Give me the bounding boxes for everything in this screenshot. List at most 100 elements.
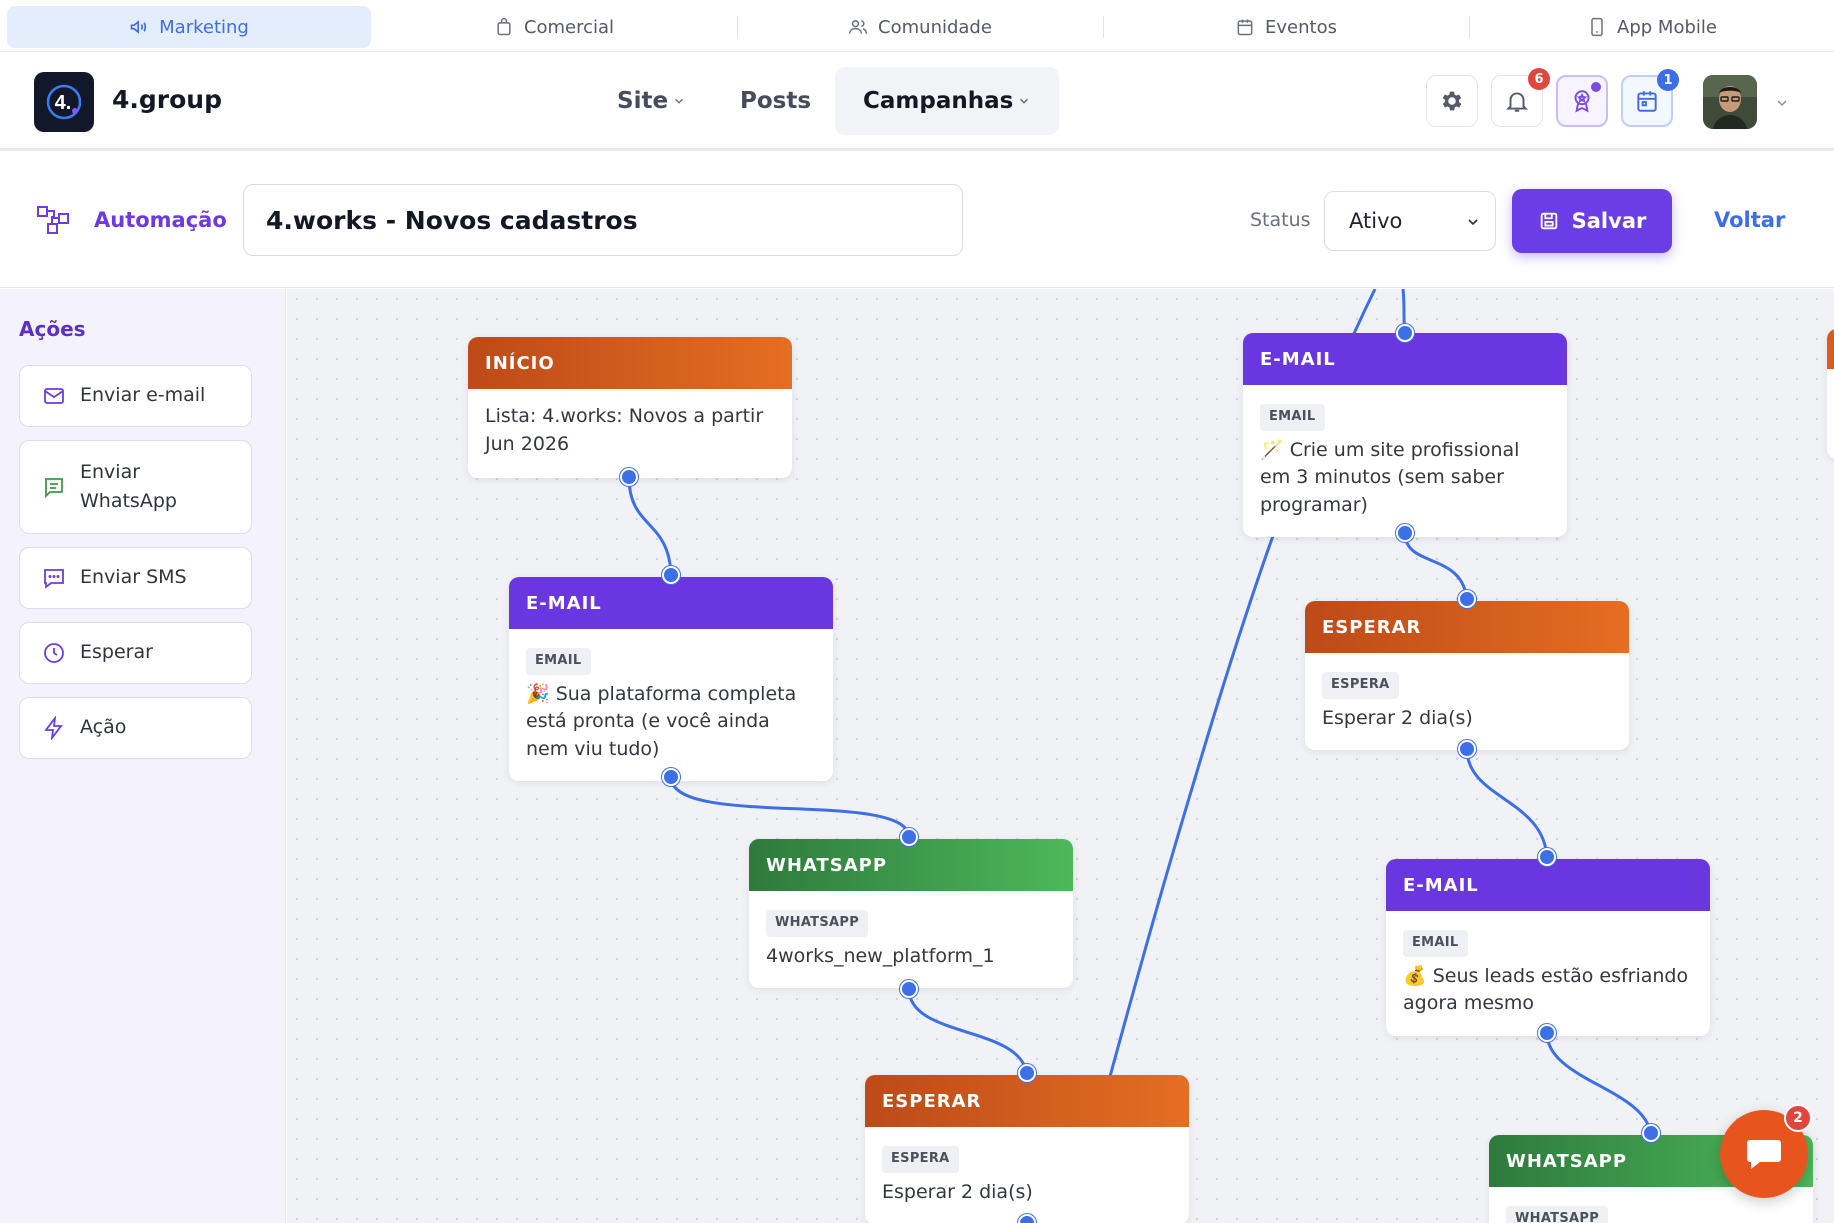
flow-node-wait[interactable]: ESPERAR ESPERA Esperar 2 dia(s) (1305, 601, 1629, 751)
node-output-port[interactable] (900, 980, 918, 998)
node-output-port[interactable] (1458, 740, 1476, 758)
connection-line (669, 776, 911, 838)
nav-label: Campanhas (863, 88, 1014, 114)
clock-icon (44, 643, 64, 663)
notifications-badge: 6 (1528, 68, 1550, 90)
logo-mark-icon: 4. (46, 84, 82, 120)
gear-icon (1442, 91, 1462, 111)
bolt-icon (44, 716, 63, 740)
node-input-port[interactable] (1396, 324, 1414, 342)
module-tab-comunidade[interactable]: Comunidade (738, 6, 1102, 48)
action-wait[interactable]: Esperar (19, 622, 252, 684)
flow-node-partial[interactable] (1827, 329, 1834, 459)
node-output-port[interactable] (1538, 1024, 1556, 1042)
actions-sidebar: Ações Enviar e-mail Enviar WhatsApp Envi… (0, 289, 286, 1223)
node-body: Lista: 4.works: Novos a partir Jun 2026 (468, 389, 792, 478)
node-text: 🎉 Sua plataforma completa está pronta (e… (526, 682, 797, 760)
module-label: App Mobile (1617, 16, 1717, 38)
back-link[interactable]: Voltar (1714, 208, 1785, 232)
app-header: 4. 4.group Site Posts Campanhas 6 1 (0, 53, 1834, 151)
node-body: EMAIL 🎉 Sua plataforma completa está pro… (509, 629, 833, 781)
action-label: Esperar (80, 641, 153, 664)
flow-canvas[interactable]: INÍCIO Lista: 4.works: Novos a partir Ju… (287, 289, 1834, 1223)
flow-node-email[interactable]: E-MAIL EMAIL 🎉 Sua plataforma completa e… (509, 577, 833, 782)
flow-node-email[interactable]: E-MAIL EMAIL 💰 Seus leads estão esfriand… (1386, 859, 1710, 1036)
node-body: ESPERA Esperar 2 dia(s) (865, 1127, 1189, 1223)
node-output-port[interactable] (662, 768, 680, 786)
node-type-tag: EMAIL (1260, 404, 1325, 431)
action-send-whatsapp[interactable]: Enviar WhatsApp (19, 440, 252, 534)
save-button[interactable]: Salvar (1512, 189, 1672, 253)
node-output-port[interactable] (620, 468, 638, 486)
calendar-icon (1637, 91, 1657, 112)
flow-node-wait[interactable]: ESPERAR ESPERA Esperar 2 dia(s) (865, 1075, 1189, 1223)
node-text: 🪄 Crie um site profissional em 3 minutos… (1260, 438, 1520, 516)
action-send-email[interactable]: Enviar e-mail (19, 365, 252, 427)
action-action[interactable]: Ação (19, 697, 252, 759)
settings-button[interactable] (1426, 75, 1478, 127)
action-send-sms[interactable]: Enviar SMS (19, 547, 252, 609)
brand-name[interactable]: 4.group (112, 85, 222, 114)
node-input-port[interactable] (1458, 590, 1476, 608)
automation-toolbar: Automação Status Ativo Salvar Voltar (0, 151, 1834, 288)
achievements-button[interactable] (1556, 75, 1608, 127)
node-input-port[interactable] (1642, 1124, 1660, 1142)
module-label: Marketing (159, 16, 249, 38)
nav-campanhas[interactable]: Campanhas (835, 67, 1060, 135)
status-value: Ativo (1349, 209, 1403, 233)
node-header: ESPERAR (1305, 601, 1629, 653)
save-icon (1540, 212, 1557, 230)
module-tab-eventos[interactable]: Eventos (1104, 6, 1468, 48)
status-label: Status (1250, 209, 1311, 231)
flow-node-whatsapp[interactable]: WHATSAPP WHATSAPP 4works_new_platform_1 (749, 839, 1073, 989)
status-select[interactable]: Ativo (1324, 191, 1496, 251)
module-label: Comunidade (878, 16, 992, 38)
notifications-button[interactable]: 6 (1491, 68, 1550, 127)
workflow-icon (37, 206, 69, 234)
node-header: E-MAIL (509, 577, 833, 629)
sms-icon (44, 569, 64, 589)
node-type-tag: WHATSAPP (1506, 1206, 1609, 1223)
action-label: Enviar e-mail (80, 384, 206, 407)
automation-name-input[interactable] (243, 184, 963, 256)
node-text: Lista: 4.works: Novos a partir Jun 2026 (485, 405, 764, 455)
chevron-down-icon (675, 98, 684, 104)
node-text: 4works_new_platform_1 (766, 944, 995, 967)
node-input-port[interactable] (1538, 848, 1556, 866)
logo[interactable]: 4. (34, 72, 94, 132)
node-input-port[interactable] (662, 566, 680, 584)
chevron-down-icon[interactable] (1774, 95, 1790, 111)
node-type-tag: EMAIL (526, 648, 591, 675)
action-label: Enviar SMS (80, 566, 187, 589)
module-tab-app-mobile[interactable]: App Mobile (1470, 6, 1834, 48)
node-header: INÍCIO (468, 337, 792, 389)
save-label: Salvar (1571, 209, 1647, 233)
node-type-tag: ESPERA (1322, 672, 1399, 699)
avatar[interactable] (1703, 75, 1757, 129)
status-dot (1591, 82, 1601, 92)
node-input-port[interactable] (1018, 1064, 1036, 1082)
node-body: WHATSAPP 4works_new_platform_1 (749, 891, 1073, 988)
calendar-icon (1237, 19, 1253, 36)
chat-button[interactable]: 2 (1720, 1104, 1812, 1198)
node-type-tag: ESPERA (882, 1146, 959, 1173)
connection-line (1545, 1032, 1653, 1138)
node-input-port[interactable] (900, 828, 918, 846)
module-tab-comercial[interactable]: Comercial (372, 6, 736, 48)
node-type-tag: EMAIL (1403, 930, 1468, 957)
award-icon (1574, 90, 1590, 113)
nav-site[interactable]: Site (617, 67, 686, 135)
sidebar-title: Ações (19, 317, 86, 341)
calendar-button[interactable]: 1 (1621, 69, 1679, 127)
node-body: ESPERA Esperar 2 dia(s) (1305, 653, 1629, 750)
node-output-port[interactable] (1396, 524, 1414, 542)
smartphone-icon (1591, 17, 1603, 37)
flow-node-email[interactable]: E-MAIL EMAIL 🪄 Crie um site profissional… (1243, 333, 1567, 538)
connection-line (627, 476, 673, 576)
flow-node-start[interactable]: INÍCIO Lista: 4.works: Novos a partir Ju… (468, 337, 792, 479)
nav-posts[interactable]: Posts (740, 67, 811, 135)
svg-text:4.: 4. (55, 92, 72, 114)
users-icon (848, 20, 868, 34)
node-header: E-MAIL (1386, 859, 1710, 911)
module-tab-marketing[interactable]: Marketing (7, 6, 371, 48)
